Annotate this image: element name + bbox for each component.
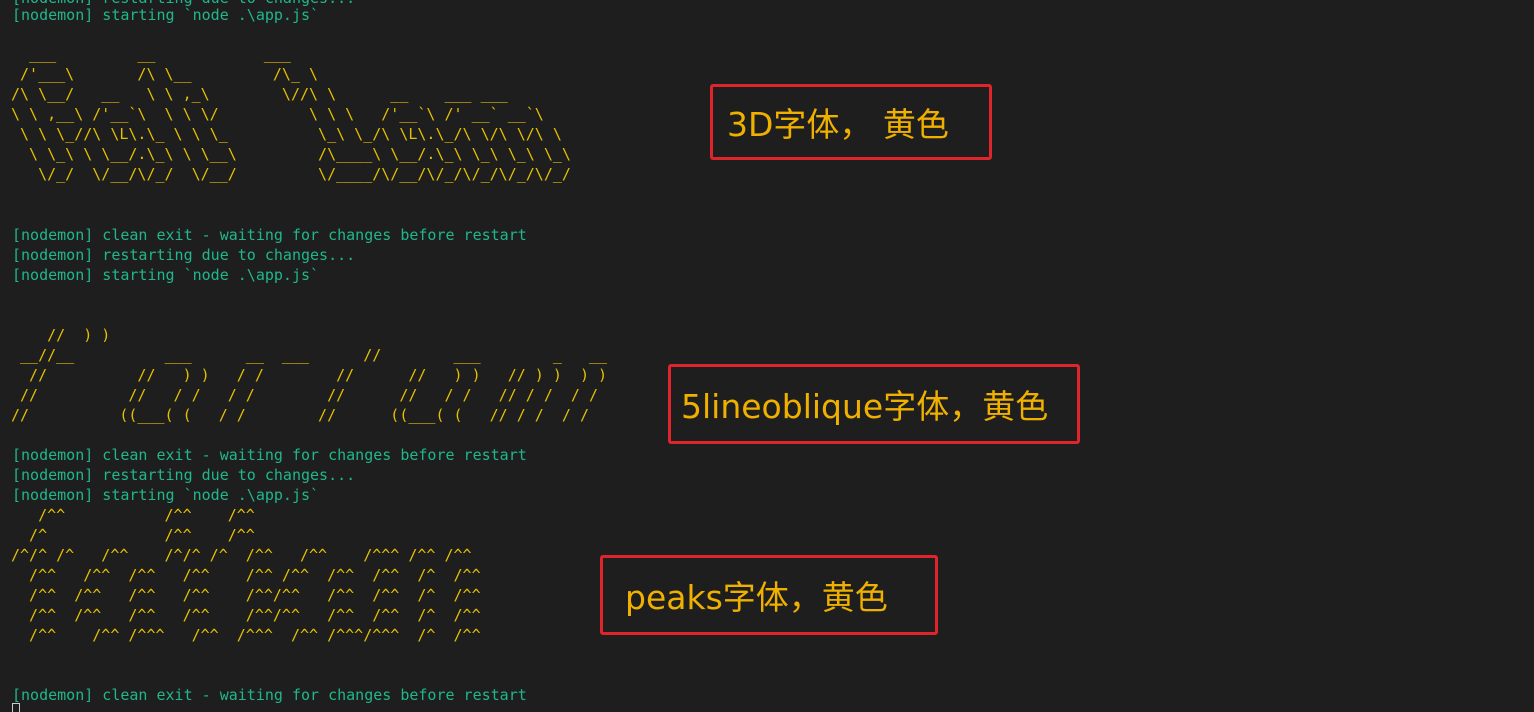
ascii-art-3d: ___ __ ___ /'___\ /\ \__ /\_ \ /\ \__/ _… bbox=[11, 45, 571, 183]
log-line-clean-exit: [nodemon] clean exit - waiting for chang… bbox=[12, 686, 527, 704]
annotation-label-peaks: peaks字体，黄色 bbox=[625, 578, 888, 617]
terminal-cursor bbox=[12, 703, 20, 712]
annotation-box-peaks: peaks字体，黄色 bbox=[600, 555, 938, 635]
log-line-restarting: [nodemon] restarting due to changes... bbox=[12, 246, 356, 264]
log-line-starting: [nodemon] starting `node .\app.js` bbox=[12, 486, 320, 504]
ascii-art-5lineoblique: // ) ) __//__ ___ __ ___ // ___ _ __ // … bbox=[11, 326, 608, 424]
log-line-clean-exit: [nodemon] clean exit - waiting for chang… bbox=[12, 226, 527, 244]
log-line-restarting: [nodemon] restarting due to changes... bbox=[12, 466, 356, 484]
log-line-clean-exit: [nodemon] clean exit - waiting for chang… bbox=[12, 446, 527, 464]
log-line-starting: [nodemon] starting `node .\app.js` bbox=[12, 266, 320, 284]
log-line-starting: [nodemon] starting `node .\app.js` bbox=[12, 6, 320, 24]
annotation-box-5lineoblique: 5lineoblique字体，黄色 bbox=[668, 364, 1080, 444]
terminal-window[interactable]: [nodemon] restarting due to changes... [… bbox=[0, 0, 1534, 712]
annotation-box-3d: 3D字体， 黄色 bbox=[710, 84, 992, 160]
annotation-label-3d: 3D字体， 黄色 bbox=[727, 105, 949, 144]
ascii-art-peaks: /^^ /^^ /^^ /^ /^^ /^^ /^/^ /^ /^^ /^/^ … bbox=[11, 506, 481, 644]
annotation-label-5lineoblique: 5lineoblique字体，黄色 bbox=[681, 387, 1049, 426]
